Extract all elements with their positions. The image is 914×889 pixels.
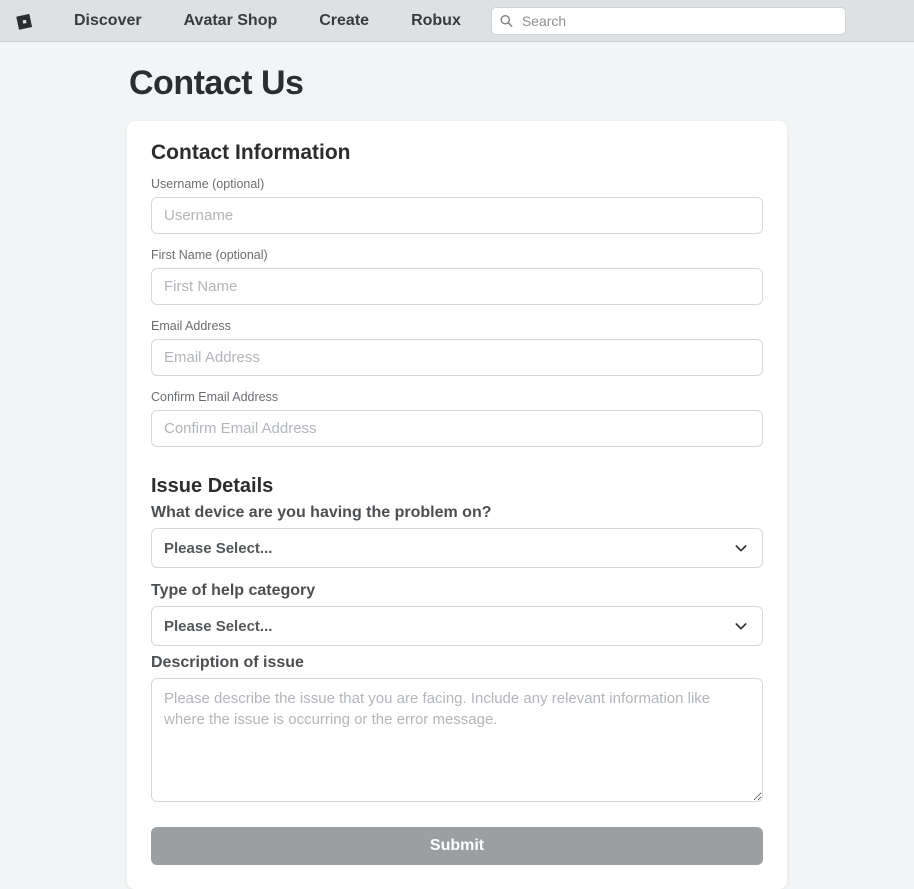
firstname-input[interactable] <box>151 268 763 305</box>
confirm-email-input[interactable] <box>151 410 763 447</box>
page-content: Contact Us Contact Information Username … <box>127 64 787 889</box>
search-wrap <box>491 7 846 35</box>
nav-discover[interactable]: Discover <box>56 4 160 38</box>
nav-create[interactable]: Create <box>301 4 387 38</box>
category-question-label: Type of help category <box>151 582 763 600</box>
page-title: Contact Us <box>129 64 787 103</box>
top-navbar: Discover Avatar Shop Create Robux <box>0 0 914 42</box>
device-question-label: What device are you having the problem o… <box>151 504 763 522</box>
section-issue-details: Issue Details <box>151 475 763 498</box>
device-select-wrap: Please Select... <box>151 528 763 568</box>
email-input[interactable] <box>151 339 763 376</box>
category-select-wrap: Please Select... <box>151 606 763 646</box>
device-select[interactable]: Please Select... <box>151 528 763 568</box>
confirm-email-label: Confirm Email Address <box>151 390 763 404</box>
nav-robux[interactable]: Robux <box>393 4 479 38</box>
search-input[interactable] <box>491 7 846 35</box>
submit-button[interactable]: Submit <box>151 827 763 865</box>
username-label: Username (optional) <box>151 177 763 191</box>
logo-icon[interactable] <box>14 10 36 32</box>
username-input[interactable] <box>151 197 763 234</box>
section-contact-info: Contact Information <box>151 141 763 165</box>
nav-avatar-shop[interactable]: Avatar Shop <box>166 4 296 38</box>
email-label: Email Address <box>151 319 763 333</box>
contact-form-card: Contact Information Username (optional) … <box>127 121 787 889</box>
description-textarea[interactable] <box>151 678 763 802</box>
firstname-label: First Name (optional) <box>151 248 763 262</box>
category-select[interactable]: Please Select... <box>151 606 763 646</box>
description-label: Description of issue <box>151 654 763 672</box>
